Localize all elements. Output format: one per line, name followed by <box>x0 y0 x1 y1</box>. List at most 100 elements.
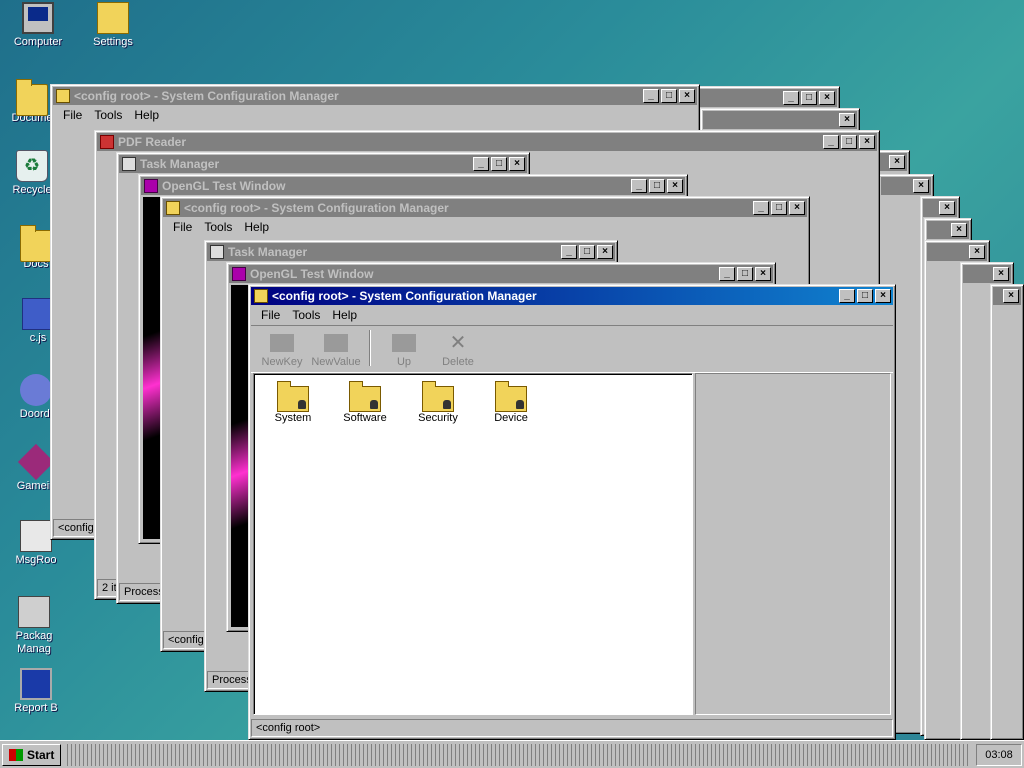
value-pane[interactable] <box>695 373 891 715</box>
computer-icon <box>22 2 54 34</box>
close-icon[interactable]: × <box>819 91 835 105</box>
status-bar: <config root> <box>251 719 893 737</box>
up-button[interactable]: Up <box>377 334 431 368</box>
maximize-icon[interactable]: □ <box>579 245 595 259</box>
menu-tools[interactable]: Tools <box>198 220 238 234</box>
window-config-manager-active[interactable]: <config root> - System Configuration Man… <box>248 284 896 740</box>
maximize-icon[interactable]: □ <box>737 267 753 281</box>
window-titlebar[interactable]: OpenGL Test Window _ □ × <box>141 177 685 195</box>
settings-icon <box>97 2 129 34</box>
maximize-icon[interactable]: □ <box>491 157 507 171</box>
new-key-button[interactable]: NewKey <box>255 334 309 368</box>
locked-folder-icon <box>349 381 381 412</box>
task-manager-icon <box>122 157 136 171</box>
task-manager-icon <box>210 245 224 259</box>
menu-help[interactable]: Help <box>128 108 165 122</box>
game-icon <box>17 443 55 481</box>
menubar: File Tools Help <box>163 217 807 237</box>
folder-system[interactable]: System <box>258 380 328 424</box>
maximize-icon[interactable]: □ <box>771 201 787 215</box>
opengl-icon <box>232 267 246 281</box>
locked-folder-icon <box>277 381 309 412</box>
window-titlebar[interactable]: PDF Reader _ □ × <box>97 133 877 151</box>
menu-help[interactable]: Help <box>326 308 363 322</box>
close-icon[interactable]: × <box>679 89 695 103</box>
toolbar: NewKey NewValue Up ✕ Delete <box>251 325 893 373</box>
menu-tools[interactable]: Tools <box>286 308 326 322</box>
desktop-icon-report[interactable]: Report B <box>0 668 74 715</box>
menu-help[interactable]: Help <box>238 220 275 234</box>
menu-file[interactable]: File <box>57 108 88 122</box>
recycle-bin-icon <box>16 150 48 182</box>
close-icon[interactable]: × <box>597 245 613 259</box>
desktop-icon-package-manager[interactable]: Packag Manag <box>0 596 72 656</box>
window-titlebar[interactable]: <config root> - System Configuration Man… <box>53 87 697 105</box>
maximize-button[interactable]: □ <box>857 289 873 303</box>
close-icon[interactable]: × <box>951 223 967 237</box>
pdf-icon <box>100 135 114 149</box>
window-titlebar[interactable]: OpenGL Test Window _ □ × <box>229 265 773 283</box>
config-manager-icon <box>166 201 180 215</box>
close-icon[interactable]: × <box>913 179 929 193</box>
config-manager-icon <box>56 89 70 103</box>
folder-software[interactable]: Software <box>330 380 400 424</box>
minimize-icon[interactable]: _ <box>823 135 839 149</box>
close-icon[interactable]: × <box>939 201 955 215</box>
maximize-icon[interactable]: □ <box>841 135 857 149</box>
menubar: File Tools Help <box>251 305 893 325</box>
opengl-icon <box>144 179 158 193</box>
document-new-icon <box>324 334 348 352</box>
close-icon[interactable]: × <box>755 267 771 281</box>
minimize-icon[interactable]: _ <box>643 89 659 103</box>
close-icon[interactable]: × <box>667 179 683 193</box>
toolbar-separator <box>369 330 371 366</box>
maximize-icon[interactable]: □ <box>801 91 817 105</box>
minimize-icon[interactable]: _ <box>783 91 799 105</box>
menubar: File Tools Help <box>53 105 697 125</box>
close-icon[interactable]: × <box>509 157 525 171</box>
minimize-icon[interactable]: _ <box>719 267 735 281</box>
start-button[interactable]: Start <box>2 743 62 766</box>
key-list-pane[interactable]: System Software Security Device <box>253 373 693 715</box>
window-titlebar[interactable]: Task Manager _ □ × <box>207 243 615 261</box>
minimize-icon[interactable]: _ <box>753 201 769 215</box>
window-titlebar[interactable]: Task Manager _ □ × <box>119 155 527 173</box>
message-icon <box>20 520 52 552</box>
desktop-icon-settings[interactable]: Settings <box>75 2 151 49</box>
close-icon[interactable]: × <box>969 245 985 259</box>
delete-button[interactable]: ✕ Delete <box>431 332 485 368</box>
minimize-icon[interactable]: _ <box>631 179 647 193</box>
locked-folder-icon <box>495 381 527 412</box>
maximize-icon[interactable]: □ <box>649 179 665 193</box>
folder-icon <box>20 225 52 262</box>
cascade-window-stub[interactable]: × <box>990 284 1024 740</box>
start-logo-icon <box>9 748 23 761</box>
window-title: <config root> - System Configuration Man… <box>272 289 537 303</box>
close-button[interactable]: × <box>875 289 891 303</box>
close-icon[interactable]: × <box>789 201 805 215</box>
close-icon[interactable]: × <box>839 113 855 127</box>
delete-x-icon: ✕ <box>449 332 467 354</box>
folder-device[interactable]: Device <box>476 380 546 424</box>
taskbar-window-buttons[interactable] <box>67 743 970 766</box>
minimize-button[interactable]: _ <box>839 289 855 303</box>
close-icon[interactable]: × <box>993 267 1009 281</box>
report-icon <box>20 668 52 700</box>
minimize-icon[interactable]: _ <box>561 245 577 259</box>
window-titlebar[interactable]: <config root> - System Configuration Man… <box>251 287 893 305</box>
menu-file[interactable]: File <box>167 220 198 234</box>
maximize-icon[interactable]: □ <box>661 89 677 103</box>
close-icon[interactable]: × <box>1003 289 1019 303</box>
locked-folder-icon <box>422 381 454 412</box>
new-value-button[interactable]: NewValue <box>309 334 363 368</box>
folder-security[interactable]: Security <box>403 380 473 424</box>
taskbar: Start 03:08 <box>0 740 1024 768</box>
desktop-icon-computer[interactable]: Computer <box>0 2 76 49</box>
minimize-icon[interactable]: _ <box>473 157 489 171</box>
menu-file[interactable]: File <box>255 308 286 322</box>
close-icon[interactable]: × <box>889 155 905 169</box>
window-titlebar[interactable]: <config root> - System Configuration Man… <box>163 199 807 217</box>
package-icon <box>18 596 50 628</box>
menu-tools[interactable]: Tools <box>88 108 128 122</box>
close-icon[interactable]: × <box>859 135 875 149</box>
